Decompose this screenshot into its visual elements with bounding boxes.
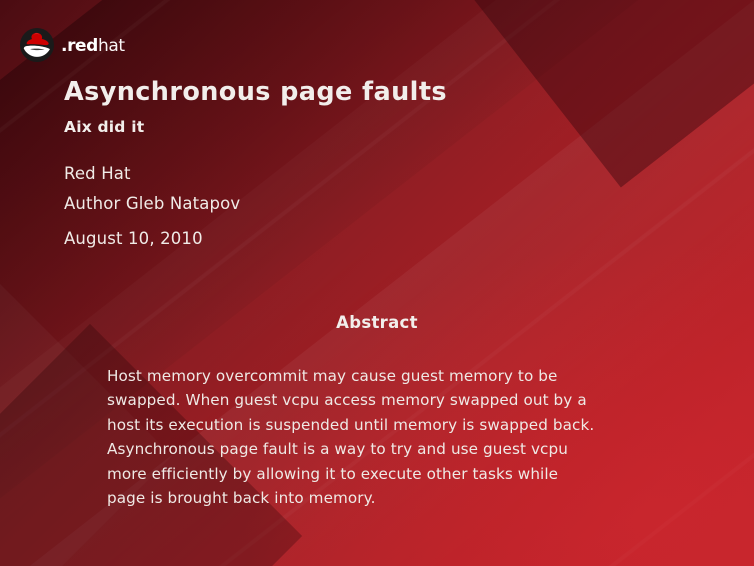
redhat-logo: .redhat xyxy=(20,28,125,62)
author-line: Author Gleb Natapov xyxy=(64,194,241,213)
wordmark-red: red xyxy=(67,35,98,56)
abstract-line: more efficiently by allowing it to execu… xyxy=(107,464,559,483)
presentation-title-slide: .redhat Asynchronous page faults Aix did… xyxy=(0,0,754,566)
author-block: Red Hat Author Gleb Natapov August 10, 2… xyxy=(64,159,240,254)
slide-title: Asynchronous page faults xyxy=(64,77,447,107)
date-line: August 10, 2010 xyxy=(64,229,203,248)
organization-line: Red Hat xyxy=(64,164,131,183)
wordmark-hat: hat xyxy=(97,35,125,56)
abstract-line: Asynchronous page fault is a way to try … xyxy=(107,440,568,459)
abstract-line: swapped. When guest vcpu access memory s… xyxy=(107,391,587,410)
redhat-shadowman-logo-icon xyxy=(20,28,54,62)
abstract-line: host its execution is suspended until me… xyxy=(107,415,595,434)
abstract-heading: Abstract xyxy=(336,313,418,332)
redhat-wordmark: .redhat xyxy=(61,35,125,56)
slide-content: .redhat Asynchronous page faults Aix did… xyxy=(0,0,754,566)
abstract-body: Host memory overcommit may cause guest m… xyxy=(107,364,659,510)
abstract-line: Host memory overcommit may cause guest m… xyxy=(107,367,558,385)
abstract-line: page is brought back into memory. xyxy=(107,489,376,508)
slide-subtitle: Aix did it xyxy=(64,118,145,136)
